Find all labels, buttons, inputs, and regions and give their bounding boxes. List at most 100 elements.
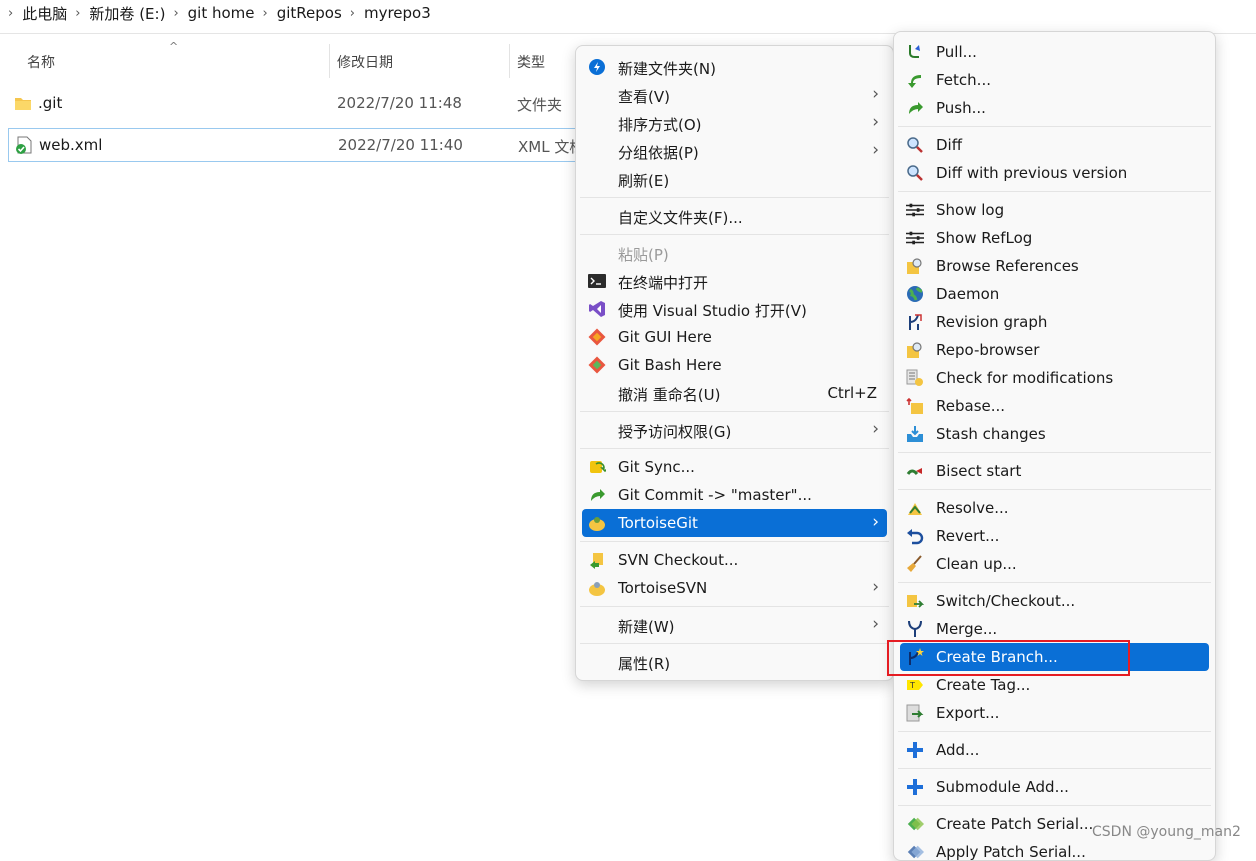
plus-icon [906, 741, 924, 759]
menu-item-refresh[interactable]: 刷新(E) [582, 165, 887, 193]
menu-item-give-access[interactable]: 授予访问权限(G) › [582, 416, 887, 444]
menu-item-view[interactable]: 查看(V) › [582, 81, 887, 109]
menu-item-push[interactable]: Push... [900, 94, 1209, 122]
merge-icon [906, 620, 924, 638]
chevron-right-icon[interactable]: › [75, 6, 80, 21]
watermark: CSDN @young_man2 [1092, 824, 1241, 840]
menu-separator [898, 805, 1211, 806]
breadcrumb-myrepo3[interactable]: myrepo3 [364, 4, 431, 22]
menu-item-group-by[interactable]: 分组依据(P) › [582, 137, 887, 165]
menu-item-open-terminal[interactable]: 在终端中打开 [582, 267, 887, 295]
column-divider[interactable] [509, 44, 510, 78]
menu-item-fetch[interactable]: Fetch... [900, 66, 1209, 94]
menu-item-repo-browser[interactable]: Repo-browser [900, 336, 1209, 364]
menu-item-bisect-start[interactable]: Bisect start [900, 457, 1209, 485]
menu-item-revision-graph[interactable]: Revision graph [900, 308, 1209, 336]
folder-icon [15, 98, 31, 110]
menu-item-undo-rename[interactable]: 撤消 重命名(U) Ctrl+Z [582, 379, 887, 407]
git-logo-icon [588, 356, 606, 374]
patch-icon [906, 815, 924, 833]
menu-item-stash-changes[interactable]: Stash changes [900, 420, 1209, 448]
globe-icon [906, 285, 924, 303]
column-header-name[interactable]: 名称 [27, 52, 55, 72]
menu-separator [898, 191, 1211, 192]
chevron-right-icon: › [872, 84, 879, 104]
chevron-right-icon: › [872, 112, 879, 132]
menu-item-git-sync[interactable]: Git Sync... [582, 453, 887, 481]
menu-item-add[interactable]: Add... [900, 736, 1209, 764]
repo-browser-icon [906, 257, 924, 275]
file-date: 2022/7/20 11:48 [337, 94, 462, 112]
file-type: 文件夹 [517, 96, 563, 114]
menu-item-customize-folder[interactable]: 自定义文件夹(F)... [582, 202, 887, 230]
menu-item-new-folder[interactable]: 新建文件夹(N) [582, 53, 887, 81]
tag-icon: T [906, 676, 924, 694]
column-divider[interactable] [329, 44, 330, 78]
chevron-right-icon[interactable]: › [263, 6, 268, 21]
menu-item-tortoisegit[interactable]: TortoiseGit › [582, 509, 887, 537]
file-row-git[interactable]: .git 2022/7/20 11:48 文件夹 [8, 87, 608, 121]
breadcrumb-this-pc[interactable]: 此电脑 [22, 3, 67, 24]
menu-item-svn-checkout[interactable]: SVN Checkout... [582, 546, 887, 574]
menu-item-show-log[interactable]: Show log [900, 196, 1209, 224]
revision-graph-icon [906, 313, 924, 331]
column-header-type[interactable]: 类型 [517, 52, 545, 72]
breadcrumb-drive-e[interactable]: 新加卷 (E:) [89, 3, 165, 24]
menu-item-properties[interactable]: 属性(R) [582, 648, 887, 676]
menu-item-diff[interactable]: Diff [900, 131, 1209, 159]
log-icon [906, 229, 924, 247]
menu-separator [898, 582, 1211, 583]
menu-item-merge[interactable]: Merge... [900, 615, 1209, 643]
chevron-right-icon[interactable]: › [173, 6, 178, 21]
menu-separator [580, 411, 889, 412]
menu-item-resolve[interactable]: Resolve... [900, 494, 1209, 522]
menu-separator [580, 234, 889, 235]
menu-item-tortoisesvn[interactable]: TortoiseSVN › [582, 574, 887, 602]
new-folder-icon [588, 58, 606, 76]
menu-separator [580, 197, 889, 198]
menu-item-revert[interactable]: Revert... [900, 522, 1209, 550]
chevron-right-icon[interactable]: › [8, 6, 13, 21]
menu-item-diff-previous[interactable]: Diff with previous version [900, 159, 1209, 187]
menu-separator [898, 452, 1211, 453]
menu-item-check-modifications[interactable]: Check for modifications [900, 364, 1209, 392]
file-row-web-xml[interactable]: web.xml 2022/7/20 11:40 XML 文档 [8, 128, 608, 162]
menu-item-apply-patch-serial[interactable]: Apply Patch Serial... [900, 838, 1209, 860]
menu-item-submodule-add[interactable]: Submodule Add... [900, 773, 1209, 801]
git-sync-icon [588, 458, 606, 476]
chevron-right-icon: › [872, 419, 879, 439]
menu-item-rebase[interactable]: Rebase... [900, 392, 1209, 420]
menu-item-new[interactable]: 新建(W) › [582, 611, 887, 639]
menu-item-daemon[interactable]: Daemon [900, 280, 1209, 308]
git-commit-icon [588, 486, 606, 504]
menu-item-sort-by[interactable]: 排序方式(O) › [582, 109, 887, 137]
breadcrumb: › 此电脑 › 新加卷 (E:) › git home › gitRepos ›… [0, 0, 1256, 26]
file-name: .git [38, 94, 63, 112]
menu-item-show-reflog[interactable]: Show RefLog [900, 224, 1209, 252]
menu-separator [580, 448, 889, 449]
chevron-right-icon: › [872, 140, 879, 160]
menu-item-git-gui[interactable]: Git GUI Here [582, 323, 887, 351]
menu-separator [580, 541, 889, 542]
annotation-highlight-box [887, 640, 1130, 676]
menu-item-export[interactable]: Export... [900, 699, 1209, 727]
menu-separator [898, 489, 1211, 490]
menu-item-git-bash[interactable]: Git Bash Here [582, 351, 887, 379]
shortcut-text: Ctrl+Z [827, 384, 877, 402]
file-name: web.xml [39, 136, 103, 154]
menu-item-git-commit[interactable]: Git Commit -> "master"... [582, 481, 887, 509]
menu-item-pull[interactable]: Pull... [900, 38, 1209, 66]
menu-item-open-visual-studio[interactable]: 使用 Visual Studio 打开(V) [582, 295, 887, 323]
breadcrumb-git-home[interactable]: git home [188, 4, 255, 22]
menu-item-switch-checkout[interactable]: Switch/Checkout... [900, 587, 1209, 615]
tortoisesvn-icon [588, 579, 606, 597]
menu-item-clean-up[interactable]: Clean up... [900, 550, 1209, 578]
chevron-right-icon[interactable]: › [350, 6, 355, 21]
column-header-date[interactable]: 修改日期 [337, 52, 393, 72]
breadcrumb-gitrepos[interactable]: gitRepos [277, 4, 342, 22]
visual-studio-icon [588, 300, 606, 318]
log-icon [906, 201, 924, 219]
chevron-right-icon: › [872, 614, 879, 634]
bisect-icon [906, 462, 924, 480]
menu-item-browse-references[interactable]: Browse References [900, 252, 1209, 280]
